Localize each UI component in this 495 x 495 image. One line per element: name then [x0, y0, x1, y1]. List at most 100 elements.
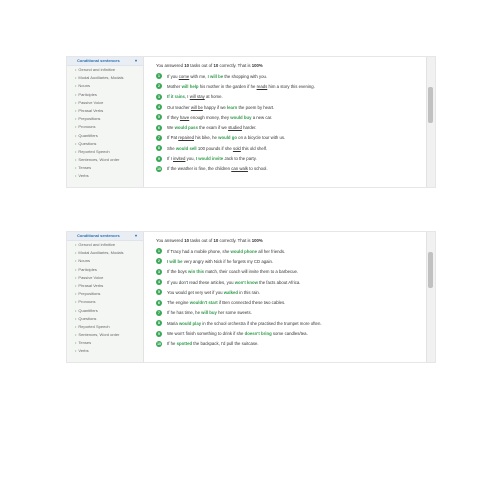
answer-row: 8 Maria would play in the school orchestr…	[156, 318, 435, 328]
sentence-text: the facts about Africa.	[257, 279, 301, 285]
sentence-text: 100 pounds if she	[196, 145, 233, 151]
answer-number-badge: 5	[156, 114, 162, 121]
sentence-text: his bike, he	[194, 135, 219, 141]
given-verb: will stay	[189, 94, 205, 100]
sidebar-item[interactable]: • Passive Voice	[67, 99, 143, 107]
sidebar-item[interactable]: • Tenses	[67, 164, 143, 172]
sidebar-item[interactable]: • Pronouns	[67, 123, 143, 131]
sidebar-item[interactable]: • Questions	[67, 140, 143, 148]
answer-row: 7 If Pat repaired his bike, he would go o…	[156, 133, 435, 143]
answer-sentence: The engine wouldn't start if Ben connect…	[167, 300, 285, 305]
sidebar-item[interactable]: • Reported Speech	[67, 323, 143, 331]
sidebar-active-topic[interactable]: Conditional sentences ▾	[67, 232, 143, 241]
sidebar-item[interactable]: • Nouns	[67, 257, 143, 265]
sentence-text: Jack to the party.	[223, 156, 257, 162]
sidebar-item-label: Pronouns	[78, 299, 96, 305]
sidebar-item-label: Questions	[78, 140, 97, 146]
scrollbar-thumb[interactable]	[428, 252, 433, 288]
sidebar-item-label: Passive Voice	[78, 99, 104, 105]
sidebar-active-topic[interactable]: Conditional sentences ▾	[67, 57, 143, 66]
sidebar-item[interactable]: • Questions	[67, 315, 143, 323]
answer-number-badge: 6	[156, 124, 162, 131]
correct-answer: won't know	[234, 279, 258, 285]
scrollbar-thumb[interactable]	[428, 87, 433, 123]
answer-row: 3 If the boys win this match, their coach…	[156, 267, 435, 277]
sentence-text: him a story this evening.	[267, 83, 315, 89]
answer-sentence: She would sell 100 pounds if she sold th…	[167, 146, 267, 151]
sentence-text: The engine	[167, 300, 190, 306]
sidebar-item[interactable]: • Gerund and infinitive	[67, 66, 143, 74]
sidebar-item[interactable]: • Nouns	[67, 82, 143, 90]
sentence-text: Maria	[167, 320, 179, 326]
sidebar-item[interactable]: • Verbs	[67, 172, 143, 180]
bullet-icon: •	[75, 340, 77, 346]
correct-answer: learn	[226, 104, 238, 110]
sidebar-item[interactable]: • Prepositions	[67, 290, 143, 298]
sidebar-item-label: Tenses	[78, 340, 92, 346]
summary-middle: tasks out of	[190, 63, 213, 68]
given-verb: will be	[190, 104, 203, 110]
sentence-text: this old shelf.	[240, 145, 268, 151]
results-content: You answered 10 tasks out of 10 correctl…	[144, 57, 435, 187]
sentence-text: on a bicycle tour with us.	[236, 135, 286, 141]
answer-number-badge: 3	[156, 93, 162, 100]
sidebar-item[interactable]: • Modal Auxiliaries, Modals	[67, 249, 143, 257]
sentence-text: you,	[185, 156, 196, 162]
sidebar-item[interactable]: • Sentences, Word order	[67, 331, 143, 339]
answer-number-badge: 10	[156, 165, 162, 172]
sidebar-item[interactable]: • Modal Auxiliaries, Modals	[67, 74, 143, 82]
sidebar-item[interactable]: • Reported Speech	[67, 148, 143, 156]
sentence-text: in this rain.	[238, 289, 261, 295]
sidebar-item[interactable]: • Prepositions	[67, 115, 143, 123]
sidebar-item-label: Verbs	[78, 173, 89, 179]
sidebar-item[interactable]: • Phrasal Verbs	[67, 107, 143, 115]
sidebar-item-label: Phrasal Verbs	[78, 282, 104, 288]
sentence-text: the exam if we	[197, 125, 229, 131]
vertical-scrollbar[interactable]	[426, 57, 435, 187]
sidebar-item[interactable]: • Pronouns	[67, 298, 143, 306]
sidebar-item[interactable]: • Participles	[67, 91, 143, 99]
chevron-down-icon: ▾	[134, 58, 137, 63]
sidebar-item-label: Prepositions	[78, 116, 101, 122]
sidebar-item[interactable]: • Gerund and infinitive	[67, 241, 143, 249]
correct-answer: would play	[178, 320, 202, 326]
answer-row: 4 Our teacher will be happy if we learn t…	[156, 102, 435, 112]
bullet-icon: •	[75, 307, 77, 313]
answer-number-badge: 1	[156, 248, 162, 255]
answer-row: 5 If they have enough money, they would b…	[156, 112, 435, 122]
answer-number-badge: 7	[156, 134, 162, 141]
answer-row: 7 If he has time, he will buy her some sw…	[156, 308, 435, 318]
sentence-text: You would get very wet if you	[167, 289, 224, 295]
sidebar-item-label: Reported Speech	[78, 148, 110, 154]
sidebar-item[interactable]: • Tenses	[67, 339, 143, 347]
sidebar-item-label: Phrasal Verbs	[78, 107, 104, 113]
answer-row: 6 The engine wouldn't start if Ben connec…	[156, 297, 435, 307]
bullet-icon: •	[75, 332, 77, 338]
answer-row: 8 She would sell 100 pounds if she sold t…	[156, 143, 435, 153]
answer-row: 2 Mother will help his mother in the gard…	[156, 81, 435, 91]
sidebar-item[interactable]: • Phrasal Verbs	[67, 282, 143, 290]
answer-sentence: You would get very wet if you walked in …	[167, 290, 260, 295]
summary-prefix: You answered	[156, 238, 184, 243]
sidebar-item[interactable]: • Quantifiers	[67, 307, 143, 315]
answer-sentence: Our teacher will be happy if we learn th…	[167, 105, 274, 110]
sidebar-item[interactable]: • Verbs	[67, 347, 143, 355]
sidebar-item[interactable]: • Passive Voice	[67, 274, 143, 282]
correct-answer: would phone	[230, 248, 258, 254]
answer-sentence: We won't finish something to drink if sh…	[167, 331, 308, 336]
answer-sentence: If they have enough money, they would bu…	[167, 115, 272, 120]
given-verb: studied	[228, 125, 242, 131]
vertical-scrollbar[interactable]	[426, 232, 435, 362]
results-summary: You answered 10 tasks out of 10 correctl…	[156, 61, 435, 70]
correct-answer: would sell	[175, 145, 197, 151]
answer-row: 1 If you come with me, I will be the shop…	[156, 71, 435, 81]
answer-sentence: If you don't read these articles, you wo…	[167, 280, 300, 285]
sidebar-item[interactable]: • Quantifiers	[67, 132, 143, 140]
bullet-icon: •	[75, 282, 77, 288]
sidebar-item[interactable]: • Participles	[67, 266, 143, 274]
bullet-icon: •	[75, 116, 77, 122]
correct-answer: I will be	[167, 258, 183, 264]
sidebar-item[interactable]: • Sentences, Word order	[67, 156, 143, 164]
answer-sentence: Mother will help his mother in the garde…	[167, 84, 315, 89]
answer-number-badge: 2	[156, 83, 162, 90]
